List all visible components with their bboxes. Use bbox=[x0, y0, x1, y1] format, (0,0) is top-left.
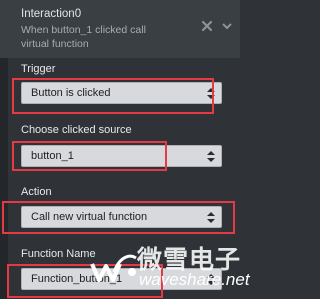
close-icon[interactable] bbox=[201, 20, 213, 32]
trigger-label: Trigger bbox=[21, 63, 56, 75]
select-arrows-icon bbox=[207, 211, 215, 224]
interaction-header[interactable]: Interaction0 When button_1 clicked call … bbox=[0, 0, 240, 58]
action-label: Action bbox=[21, 186, 52, 198]
interaction-title: Interaction0 bbox=[21, 8, 82, 20]
waveshare-watermark: 微雪电子 waveshare.net bbox=[86, 236, 250, 299]
panel-left-bar bbox=[0, 58, 8, 299]
trigger-select[interactable]: Button is clicked bbox=[21, 82, 222, 104]
function-name-label: Function Name bbox=[21, 248, 96, 260]
source-select[interactable]: button_1 bbox=[21, 145, 222, 167]
action-value: Call new virtual function bbox=[31, 211, 148, 223]
source-value: button_1 bbox=[31, 150, 74, 162]
action-select[interactable]: Call new virtual function bbox=[21, 206, 222, 228]
trigger-value: Button is clicked bbox=[31, 87, 111, 99]
interaction-description: When button_1 clicked call virtual funct… bbox=[21, 24, 146, 50]
watermark-url-text: waveshare.net bbox=[139, 270, 250, 289]
collapse-chevron-icon[interactable] bbox=[221, 20, 233, 32]
select-arrows-icon bbox=[207, 150, 215, 163]
select-arrows-icon bbox=[207, 87, 215, 100]
waveshare-logo-icon bbox=[90, 250, 138, 289]
source-label: Choose clicked source bbox=[21, 124, 132, 136]
